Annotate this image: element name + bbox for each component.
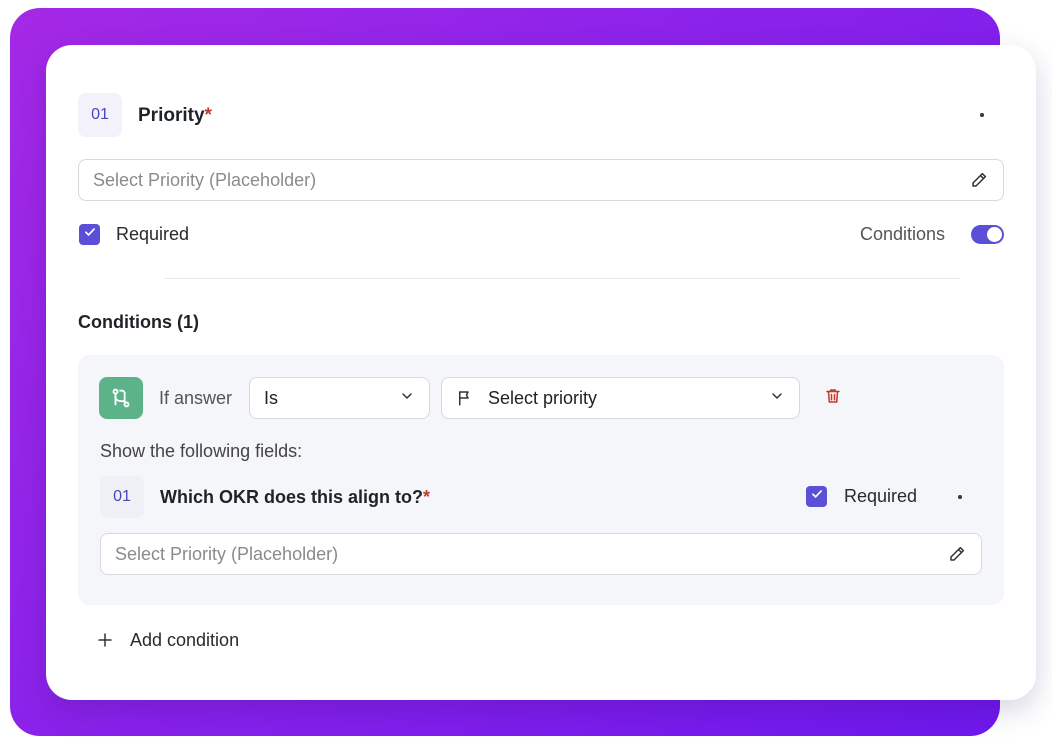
field-number: 01 — [91, 106, 109, 123]
pencil-icon[interactable] — [969, 170, 989, 190]
flag-icon — [456, 388, 476, 408]
pencil-icon[interactable] — [947, 544, 967, 564]
conditions-heading: Conditions (1) — [78, 312, 199, 332]
more-icon — [980, 113, 984, 117]
priority-value-select[interactable]: Select priority — [441, 377, 800, 419]
priority-input[interactable] — [78, 159, 1004, 201]
sub-field-title-text: Which OKR does this align to? — [160, 487, 423, 507]
sub-field-input-field[interactable] — [115, 543, 947, 565]
field-title: Priority* — [138, 105, 212, 127]
field-more-button[interactable] — [968, 101, 996, 129]
trash-icon — [824, 387, 842, 410]
required-checkbox[interactable] — [79, 224, 100, 245]
toggle-knob — [987, 227, 1002, 242]
required-asterisk: * — [423, 487, 431, 507]
operator-value: Is — [264, 387, 279, 408]
conditions-toggle-label: Conditions — [860, 224, 946, 244]
check-icon — [810, 487, 824, 506]
delete-condition-button[interactable] — [822, 387, 844, 409]
section-divider — [164, 278, 960, 279]
plus-icon — [94, 629, 116, 651]
sub-field-more-button[interactable] — [946, 483, 974, 511]
sub-field-number-badge: 01 — [100, 476, 144, 518]
show-fields-label: Show the following fields: — [100, 441, 303, 461]
chevron-down-icon — [399, 388, 415, 409]
sub-field-required-checkbox[interactable] — [806, 486, 827, 507]
more-icon — [958, 495, 962, 499]
sub-field-required-label: Required — [844, 486, 918, 506]
add-condition-button[interactable]: Add condition — [94, 625, 239, 655]
sub-field-input[interactable] — [100, 533, 982, 575]
required-asterisk: * — [204, 105, 212, 126]
required-label: Required — [116, 224, 190, 244]
check-icon — [83, 225, 97, 244]
condition-block: If answer Is Select priority Show the fo… — [78, 355, 1004, 605]
sub-field-title: Which OKR does this align to?* — [160, 487, 430, 508]
priority-select-value: Select priority — [488, 387, 598, 408]
field-number-badge: 01 — [78, 93, 122, 137]
operator-select[interactable]: Is — [249, 377, 430, 419]
add-condition-label: Add condition — [130, 629, 240, 650]
if-answer-label: If answer — [159, 388, 233, 408]
chevron-down-icon — [769, 388, 785, 409]
conditions-toggle[interactable] — [971, 225, 1004, 244]
branch-icon — [99, 377, 143, 419]
form-field-card: 01 Priority* Required Conditions Conditi… — [46, 45, 1036, 700]
sub-field-number: 01 — [113, 488, 131, 505]
priority-input-field[interactable] — [93, 169, 969, 191]
field-title-text: Priority — [138, 105, 205, 126]
